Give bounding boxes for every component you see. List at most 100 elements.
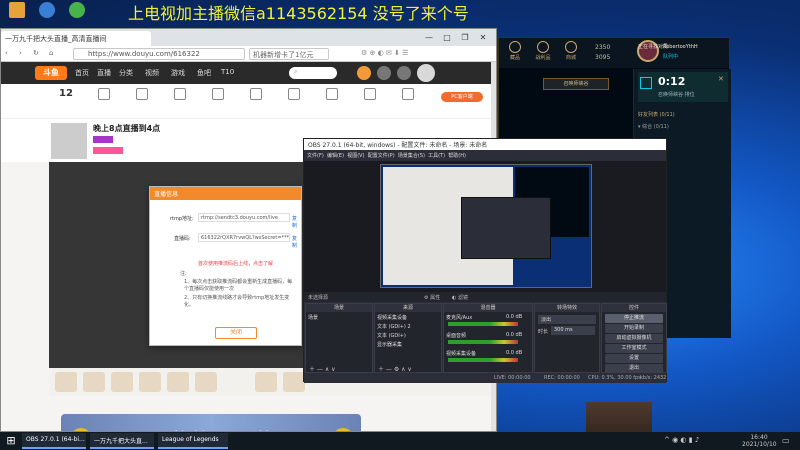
banner-text: 扎竹更要说 [171,424,271,431]
header-icon-3[interactable] [397,66,411,80]
extensions-icons[interactable]: ⚙ ⊕ ◐ ✉ ⬇ ☰ [361,49,408,57]
cat-10[interactable] [393,88,423,102]
cat-2[interactable] [89,88,119,102]
tray-icons[interactable]: ^ ◉ ◐ ▮ ♪ [664,436,699,444]
gift-item[interactable] [167,372,189,392]
refresh-icon[interactable]: ↻ [33,49,39,57]
loot-icon[interactable]: 战利品 [531,41,555,61]
home-icon[interactable]: ⌂ [49,49,53,57]
copy-key[interactable]: 复制 [292,235,301,249]
taskbar-obs[interactable]: OBS 27.0.1 (64-bi... [22,433,86,449]
properties-button[interactable]: ⚙ 属性 [424,294,440,301]
cat-6[interactable] [241,88,271,102]
nav-game[interactable]: 游戏 [171,68,185,78]
forward-icon[interactable]: › [19,49,22,57]
nav-t10[interactable]: T10 [221,68,234,76]
gift-item[interactable] [55,372,77,392]
store-icon[interactable]: 商城 [559,41,583,61]
nav-live[interactable]: 直播 [97,68,111,78]
cat-5[interactable] [203,88,233,102]
avatar[interactable] [417,64,435,82]
url-input[interactable]: https://www.douyu.com/616322 [73,48,245,60]
menu-profile[interactable]: 配置文件(P) [368,153,395,159]
nav-category[interactable]: 分类 [119,68,133,78]
menu-help[interactable]: 帮助(H) [448,153,466,159]
collection-icon[interactable]: 藏品 [503,41,527,61]
promo-banner[interactable]: 领 扎竹更要说 领 [61,414,361,431]
header-icon-2[interactable] [377,66,391,80]
gift-item[interactable] [111,372,133,392]
cat-8[interactable] [317,88,347,102]
nav-video[interactable]: 视频 [145,68,159,78]
game-mode-button[interactable]: 召唤师峡谷 [543,78,609,90]
mixer-desktop-level: 0.0 dB [506,332,523,338]
nav-yuba[interactable]: 鱼吧 [197,68,211,78]
menu-tools[interactable]: 工具(T) [428,153,445,159]
notification-icon[interactable]: ▭ [782,436,790,445]
pc-client-button[interactable]: PC客户端 [441,92,483,102]
stop-streaming-button[interactable]: 停止推流 [605,314,663,323]
tab-douyu[interactable]: 一万九千把大头直播_高清直播间 [1,31,151,46]
queue-icon [640,77,652,89]
cat-9[interactable] [355,88,385,102]
gift-item[interactable] [283,372,305,392]
cat-4[interactable] [165,88,195,102]
taskbar-league[interactable]: League of Legends [158,433,228,449]
source-item[interactable]: 文本 (GDI+) 2 [377,323,443,331]
start-recording-button[interactable]: 开始录制 [605,324,663,333]
exit-button[interactable]: 退出 [605,364,663,373]
desktop-icon-1[interactable] [4,2,30,19]
back-icon[interactable]: ‹ [5,49,8,57]
site-search-input[interactable]: ⌕ [289,67,337,79]
obs-menu: 文件(F) 编辑(E) 视图(V) 配置文件(P) 场景集合(S) 工具(T) … [304,150,666,161]
restore-icon[interactable]: ❐ [457,31,473,44]
duration-input[interactable]: 300 ms [551,326,595,335]
taskbar-browser[interactable]: 一万九千把大头直... [90,433,154,449]
studio-mode-button[interactable]: 工作室模式 [605,344,663,353]
douyu-logo[interactable]: 斗鱼 [35,66,67,80]
virtual-camera-button[interactable]: 启动虚拟摄像机 [605,334,663,343]
header-icon-1[interactable] [357,66,371,80]
gift-item[interactable] [139,372,161,392]
obs-preview[interactable] [304,161,666,292]
filters-button[interactable]: ◐ 滤镜 [452,294,468,301]
stream-info-modal: 直播信息 rtmp地址: rtmp://sendtc3.douyu.com/li… [149,186,302,346]
modal-close-button[interactable]: 关闭 [215,327,257,339]
desktop-icon-3[interactable] [64,2,90,19]
friend-group[interactable]: ▾ 综合 (0/11) [638,123,728,131]
menu-scene-collection[interactable]: 场景集合(S) [398,153,425,159]
gift-item[interactable] [255,372,277,392]
maximize-icon[interactable]: □ [439,31,455,44]
source-item[interactable]: 显示器采集 [377,341,443,349]
scene-item[interactable]: 场景 [308,314,374,322]
settings-button[interactable]: 设置 [605,354,663,363]
anchor-avatar[interactable] [51,123,87,159]
key-field[interactable]: 616322rQXR7rvwQL?wsSecret=******** [198,233,290,242]
menu-file[interactable]: 文件(F) [307,153,324,159]
queue-close-icon[interactable]: ✕ [718,75,724,83]
menu-view[interactable]: 视图(V) [347,153,364,159]
clock[interactable]: 16:40 2021/10/10 [742,434,777,448]
browser-search-input[interactable]: 机器新增卡了1亿元 [249,48,329,60]
source-item[interactable]: 视频采集设备 [377,314,443,322]
rtmp-field[interactable]: rtmp://sendtc3.douyu.com/live [198,213,290,222]
close-icon[interactable]: ✕ [475,31,491,44]
source-item[interactable]: 文本 (GDI+) [377,332,443,340]
nav-home[interactable]: 首页 [75,68,89,78]
source-controls[interactable]: ＋ — ⚙ ∧ ∨ [378,364,412,373]
modal-note-2: 2、只有切换推流线路才会导致rtmp地址发生变化。 [184,295,290,308]
menu-edit[interactable]: 编辑(E) [327,153,344,159]
gift-item[interactable] [83,372,105,392]
start-icon[interactable]: ⊞ [4,434,18,448]
transition-select[interactable]: 淡出 [538,315,596,324]
scene-controls[interactable]: ＋ — ∧ ∨ [309,364,336,373]
gift-item[interactable] [195,372,217,392]
status-kbps: kb/s: 2432 [640,375,667,381]
mixer-video-label: 视频采集设备 [446,351,477,357]
cat-3[interactable] [127,88,157,102]
cat-7[interactable] [279,88,309,102]
desktop-icon-2[interactable] [34,2,60,19]
cat-1[interactable]: 12 [51,88,81,99]
copy-rtmp[interactable]: 复制 [292,215,301,229]
minimize-icon[interactable]: — [421,31,437,44]
